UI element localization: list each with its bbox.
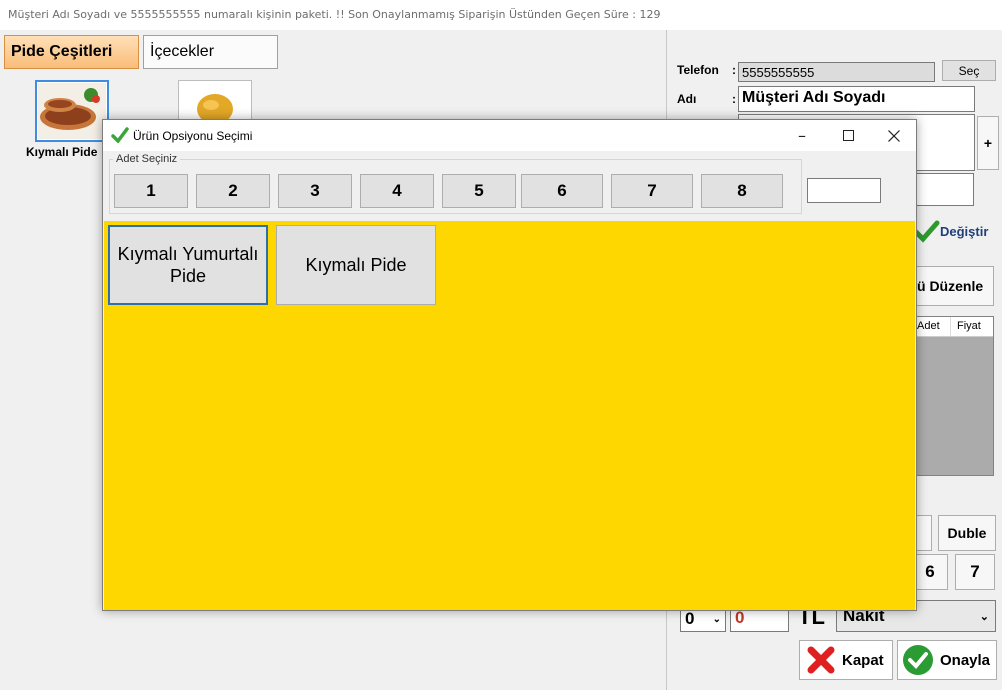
option-button-kiymali-yumurtali-pide[interactable]: Kıymalı Yumurtalı Pide (108, 225, 268, 305)
phone-field[interactable]: 5555555555 (738, 62, 935, 82)
confirm-check-icon (903, 645, 933, 675)
dialog-title: Ürün Opsiyonu Seçimi (133, 129, 253, 143)
close-button[interactable]: Kapat (799, 640, 893, 680)
quantity-input[interactable] (807, 178, 881, 203)
tab-pide-cesitleri[interactable]: Pide Çeşitleri (4, 35, 139, 69)
confirm-button[interactable]: Onayla (897, 640, 997, 680)
order-table: Adet Fiyat (912, 316, 994, 476)
minimize-icon[interactable]: – (779, 120, 825, 151)
name-label: Adı (677, 92, 697, 106)
quantity-button-3[interactable]: 3 (278, 174, 352, 208)
edit-menu-button[interactable]: ü Düzenle (912, 266, 994, 306)
discount-select-value: 0 (685, 609, 695, 628)
column-header-adet[interactable]: Adet (913, 317, 951, 336)
change-button-label: Değiştir (940, 223, 989, 239)
phone-label: Telefon (677, 63, 719, 77)
quantity-button-5[interactable]: 5 (442, 174, 516, 208)
quantity-button-8[interactable]: 8 (701, 174, 783, 208)
quantity-button-7[interactable]: 7 (611, 174, 693, 208)
quantity-button-6[interactable]: 6 (521, 174, 603, 208)
checkmark-icon (111, 127, 129, 146)
name-colon: : (732, 92, 736, 106)
pide-image-icon (38, 83, 106, 139)
close-x-icon (807, 646, 835, 674)
duble-button[interactable]: Duble (938, 515, 996, 551)
confirm-button-label: Onayla (940, 651, 991, 669)
change-button[interactable]: Değiştir (912, 214, 1002, 248)
keypad-key-6[interactable]: 6 (912, 554, 948, 590)
close-button-label: Kapat (842, 651, 884, 669)
quantity-button-2[interactable]: 2 (196, 174, 270, 208)
note-field[interactable] (912, 173, 974, 206)
name-field[interactable]: Müşteri Adı Soyadı (738, 86, 975, 112)
option-button-kiymali-pide[interactable]: Kıymalı Pide (276, 225, 436, 305)
quantity-group-label: Adet Seçiniz (113, 153, 181, 165)
column-header-fiyat[interactable]: Fiyat (951, 317, 991, 336)
keypad-key-7[interactable]: 7 (955, 554, 995, 590)
close-icon[interactable] (871, 120, 917, 151)
quantity-button-1[interactable]: 1 (114, 174, 188, 208)
maximize-icon[interactable] (825, 120, 871, 151)
tab-icecekler[interactable]: İçecekler (143, 35, 278, 69)
chevron-down-icon: ⌄ (712, 613, 721, 625)
phone-colon: : (732, 63, 736, 77)
add-address-button[interactable]: + (977, 116, 999, 170)
product-option-dialog: Ürün Opsiyonu Seçimi – Adet Seçiniz 1 2 … (102, 119, 917, 611)
window-title: Müşteri Adı Soyadı ve 5555555555 numaral… (8, 8, 661, 21)
product-tile-kiymali-pide[interactable] (35, 80, 109, 142)
quantity-button-4[interactable]: 4 (360, 174, 434, 208)
chevron-down-icon: ⌄ (979, 610, 989, 623)
select-customer-button[interactable]: Seç (942, 60, 996, 81)
product-label-kiymali-pide: Kıymalı Pide (26, 145, 98, 159)
